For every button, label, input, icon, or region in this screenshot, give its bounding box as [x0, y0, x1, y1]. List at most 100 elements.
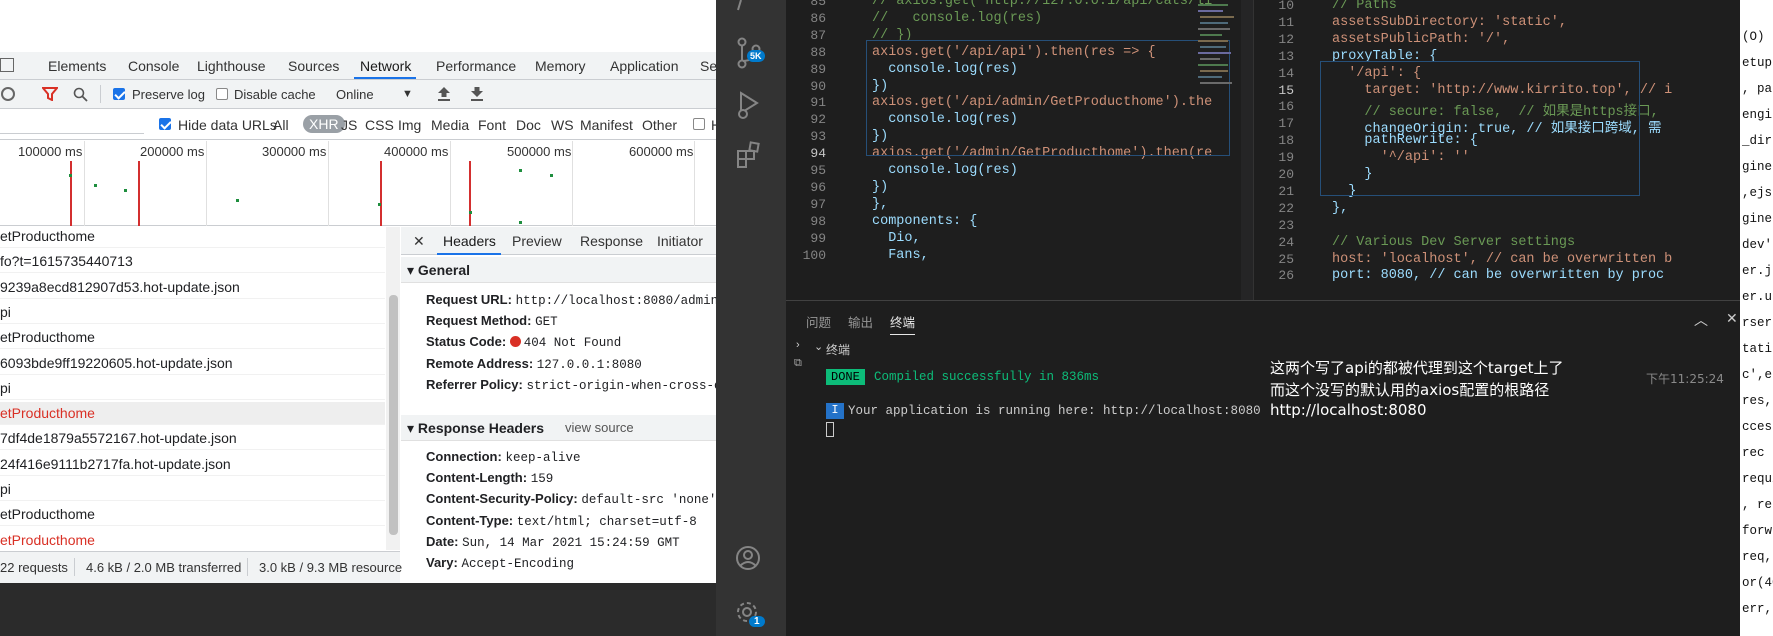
code-line[interactable]: Dio, — [872, 231, 920, 246]
code-line[interactable]: console.log(res) — [872, 163, 1018, 178]
tab-network[interactable]: Network — [360, 58, 411, 74]
chevron-up-icon[interactable]: ︿ — [1694, 310, 1708, 330]
search-icon[interactable] — [736, 0, 762, 12]
download-icon[interactable] — [470, 86, 484, 102]
background-text: er.ur — [1742, 290, 1773, 304]
filter-type-xhr[interactable]: XHR — [303, 115, 345, 133]
code-line[interactable]: // console.log(res) — [872, 11, 1042, 26]
extensions-icon[interactable] — [735, 141, 765, 171]
code-line[interactable]: port: 8080, // can be overwritten by pro… — [1332, 268, 1664, 283]
close-panel-icon[interactable]: ✕ — [1726, 310, 1738, 327]
tab-preview[interactable]: Preview — [512, 233, 562, 249]
code-line[interactable]: }) — [872, 180, 888, 195]
filter-type-ws[interactable]: WS — [551, 117, 574, 133]
network-timeline[interactable]: 100000 ms 200000 ms 300000 ms 400000 ms … — [0, 141, 716, 226]
filter-type-img[interactable]: Img — [398, 117, 421, 133]
request-row[interactable]: 6093bde9ff19220605.hot-update.json — [0, 352, 385, 375]
code-line[interactable]: // Paths — [1332, 0, 1397, 13]
tab-headers[interactable]: Headers — [443, 233, 496, 249]
clear-icon[interactable] — [1, 87, 15, 101]
line-number: 100 — [802, 247, 826, 263]
account-icon[interactable] — [735, 545, 765, 575]
tab-response[interactable]: Response — [580, 233, 643, 249]
code-line[interactable]: host: 'localhost', // can be overwritten… — [1332, 252, 1672, 267]
header-value: 404 Not Found — [523, 336, 622, 351]
blocked-checkbox[interactable] — [693, 118, 705, 130]
request-row[interactable]: fo?t=1615735440713 — [0, 250, 385, 274]
filter-type-other[interactable]: Other — [642, 117, 677, 133]
editor-pane-left[interactable]: 85 // axios.get('http://127.0.0.1/api/cat… — [786, 0, 1241, 300]
background-window-strip: (O) etup , pa engin _dir gine' ,ejs gine' dev') e… — [1740, 0, 1773, 636]
run-debug-icon[interactable] — [735, 90, 765, 120]
filter-input[interactable] — [0, 115, 144, 134]
tab-initiator[interactable]: Initiator — [657, 233, 703, 249]
request-row[interactable]: etProducthome — [0, 326, 385, 350]
filter-icon[interactable] — [42, 87, 58, 101]
request-row[interactable]: 9239a8ecd812907d53.hot-update.json — [0, 276, 385, 299]
general-section-header[interactable]: ▾ General — [401, 257, 716, 283]
filter-type-manifest[interactable]: Manifest — [580, 117, 633, 133]
code-line[interactable]: // axios.get('http://127.0.0.1/api/cats/… — [872, 0, 1212, 9]
close-icon[interactable]: ✕ — [413, 233, 425, 250]
minimap-left[interactable] — [1196, 0, 1236, 200]
code-line[interactable]: }, — [872, 197, 888, 212]
terminal-split-icon[interactable]: ⧉ — [794, 357, 802, 370]
code-line[interactable]: assetsSubDirectory: 'static', — [1332, 15, 1567, 30]
code-line[interactable]: assetsPublicPath: '/', — [1332, 32, 1510, 47]
filter-type-media[interactable]: Media — [431, 117, 469, 133]
request-details: ✕ Headers Preview Response Initiator ▾ G… — [401, 227, 716, 583]
tab-console[interactable]: Console — [128, 58, 179, 74]
editor-pane-right[interactable]: 10 // Paths 11 assetsSubDirectory: 'static'… — [1253, 0, 1740, 300]
tab-terminal[interactable]: 终端 — [890, 312, 916, 335]
disable-cache-checkbox[interactable] — [216, 88, 228, 100]
tab-performance[interactable]: Performance — [436, 58, 516, 74]
header-key: Connection: — [426, 449, 502, 464]
throttle-select[interactable]: Online — [336, 87, 374, 102]
code-line[interactable]: components: { — [872, 214, 977, 229]
filter-type-all[interactable]: All — [273, 117, 289, 133]
tab-output[interactable]: 输出 — [848, 312, 873, 331]
editor-divider[interactable] — [1241, 0, 1253, 300]
line-number: 94 — [810, 146, 826, 162]
chevron-down-icon[interactable]: ⌄ — [814, 340, 823, 353]
tab-application[interactable]: Application — [610, 58, 679, 74]
request-row[interactable]: etProducthome — [0, 227, 385, 248]
header-key: Content-Type: — [426, 512, 514, 528]
code-line[interactable]: Fans, — [872, 248, 929, 263]
request-row[interactable]: 7df4de1879a5572167.hot-update.json — [0, 427, 385, 451]
view-source-link[interactable]: view source — [565, 420, 634, 435]
tab-lighthouse[interactable]: Lighthouse — [197, 58, 266, 74]
tab-elements[interactable]: Elements — [48, 58, 106, 74]
tab-memory[interactable]: Memory — [535, 58, 586, 74]
chevron-down-icon[interactable]: ▼ — [402, 88, 413, 100]
dock-icon[interactable] — [0, 58, 14, 72]
tab-sources[interactable]: Sources — [288, 58, 339, 74]
request-row[interactable]: pi — [0, 478, 385, 501]
request-row[interactable]: etProducthome — [0, 529, 385, 550]
upload-icon[interactable] — [437, 86, 451, 102]
code-line[interactable]: // Various Dev Server settings — [1332, 235, 1575, 250]
request-row[interactable]: etProducthome — [0, 503, 385, 527]
search-icon[interactable] — [73, 87, 88, 102]
tab-problems[interactable]: 问题 — [806, 312, 831, 331]
request-row[interactable]: 24f416e9111b2717fa.hot-update.json — [0, 453, 385, 476]
filter-type-doc[interactable]: Doc — [516, 117, 541, 133]
filter-type-js[interactable]: JS — [341, 117, 357, 133]
timeline-label: 100000 ms — [18, 144, 83, 159]
hide-data-urls-checkbox[interactable] — [159, 118, 171, 130]
timeline-label: 600000 ms — [629, 144, 694, 159]
filter-type-css[interactable]: CSS — [365, 117, 394, 133]
code-line[interactable]: }, — [1332, 201, 1348, 216]
chevron-right-icon[interactable]: › — [796, 339, 800, 351]
tab-more[interactable]: Se — [700, 58, 716, 74]
transferred-size: 4.6 kB / 2.0 MB transferred — [86, 560, 242, 575]
background-text: er.js — [1742, 264, 1773, 278]
active-tab-indicator — [437, 253, 501, 255]
filter-type-font[interactable]: Font — [478, 117, 506, 133]
response-headers-section-header[interactable]: ▾ Response Headers view source — [401, 415, 716, 441]
scrollbar-thumb[interactable] — [389, 295, 398, 535]
request-row[interactable]: etProducthome — [0, 402, 385, 426]
request-row[interactable]: pi — [0, 301, 385, 324]
request-row[interactable]: pi — [0, 377, 385, 400]
preserve-log-checkbox[interactable] — [113, 88, 125, 100]
